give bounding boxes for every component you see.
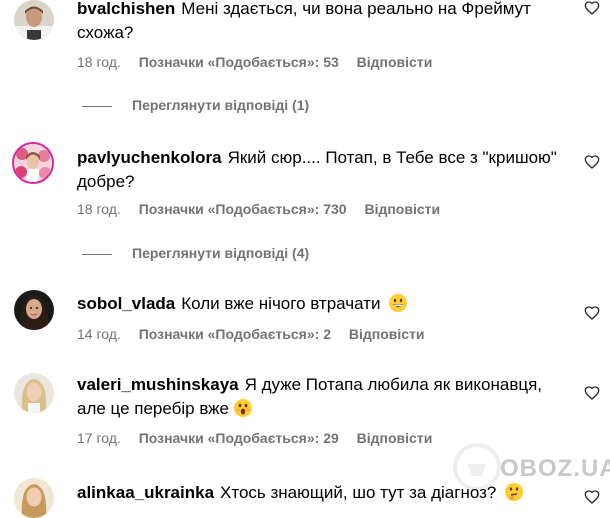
username-link[interactable]: bvalchishen [77,0,175,18]
comment-text-block: valeri_mushinskaya Я дуже Потапа любила я… [77,373,572,421]
comment-text-block: alinkaa_ukrainka Хтось знающий, шо тут за… [77,481,572,505]
comment-meta: 14 год. Позначки «Подобається»: 2 Відпов… [77,326,425,342]
avatar[interactable] [14,478,54,518]
watermark-text: OBOZ.UA [500,455,610,482]
thinking-face-emoji [505,483,524,501]
avatar[interactable] [14,373,54,413]
likes-count[interactable]: Позначки «Подобається»: 29 [139,430,339,446]
comment-text-block: bvalchishen Мені здається, чи вона реальн… [77,0,572,45]
view-replies-label: Переглянути відповіді (4) [132,245,310,261]
divider-line [82,105,112,107]
reply-button[interactable]: Відповісти [349,326,425,342]
username-link[interactable]: pavlyuchenkolora [77,148,222,167]
comment-time[interactable]: 18 год. [77,54,121,70]
username-link[interactable]: alinkaa_ukrainka [77,483,214,502]
shocked-face-emoji [233,399,252,417]
comment-meta: 17 год. Позначки «Подобається»: 29 Відпо… [77,430,432,446]
reply-button[interactable]: Відповісти [357,430,433,446]
avatar[interactable] [12,142,54,184]
comment-time[interactable]: 18 год. [77,201,121,217]
comment-meta: 18 год. Позначки «Подобається»: 730 Відп… [77,201,440,217]
heart-icon[interactable] [584,0,600,16]
reply-button[interactable]: Відповісти [364,201,440,217]
view-replies-label: Переглянути відповіді (1) [132,97,310,113]
comment-text-block: pavlyuchenkolora Який сюр.... Потап, в Те… [77,146,572,194]
comment-time[interactable]: 14 год. [77,326,121,342]
avatar[interactable] [14,0,54,40]
view-replies-button[interactable]: Переглянути відповіді (1) [82,97,309,113]
heart-icon[interactable] [584,305,600,321]
username-link[interactable]: valeri_mushinskaya [77,375,239,394]
likes-count[interactable]: Позначки «Подобається»: 53 [139,54,339,70]
likes-count[interactable]: Позначки «Подобається»: 730 [139,201,347,217]
reply-button[interactable]: Відповісти [357,54,433,70]
view-replies-button[interactable]: Переглянути відповіді (4) [82,245,309,261]
heart-icon[interactable] [584,489,600,505]
grinning-face-emoji [389,294,408,312]
heart-icon[interactable] [584,154,600,170]
username-link[interactable]: sobol_vlada [77,294,175,313]
comment-meta: 18 год. Позначки «Подобається»: 53 Відпо… [77,54,432,70]
avatar[interactable] [14,290,54,330]
likes-count[interactable]: Позначки «Подобається»: 2 [139,326,331,342]
divider-line [82,253,112,255]
heart-icon[interactable] [584,385,600,401]
comment-time[interactable]: 17 год. [77,430,121,446]
comment-text-block: sobol_vlada Коли вже нічого втрачати [77,292,572,316]
comment-text: Коли вже нічого втрачати [181,294,381,313]
comment-text: Хтось знающий, шо тут за діагноз? [220,483,497,502]
